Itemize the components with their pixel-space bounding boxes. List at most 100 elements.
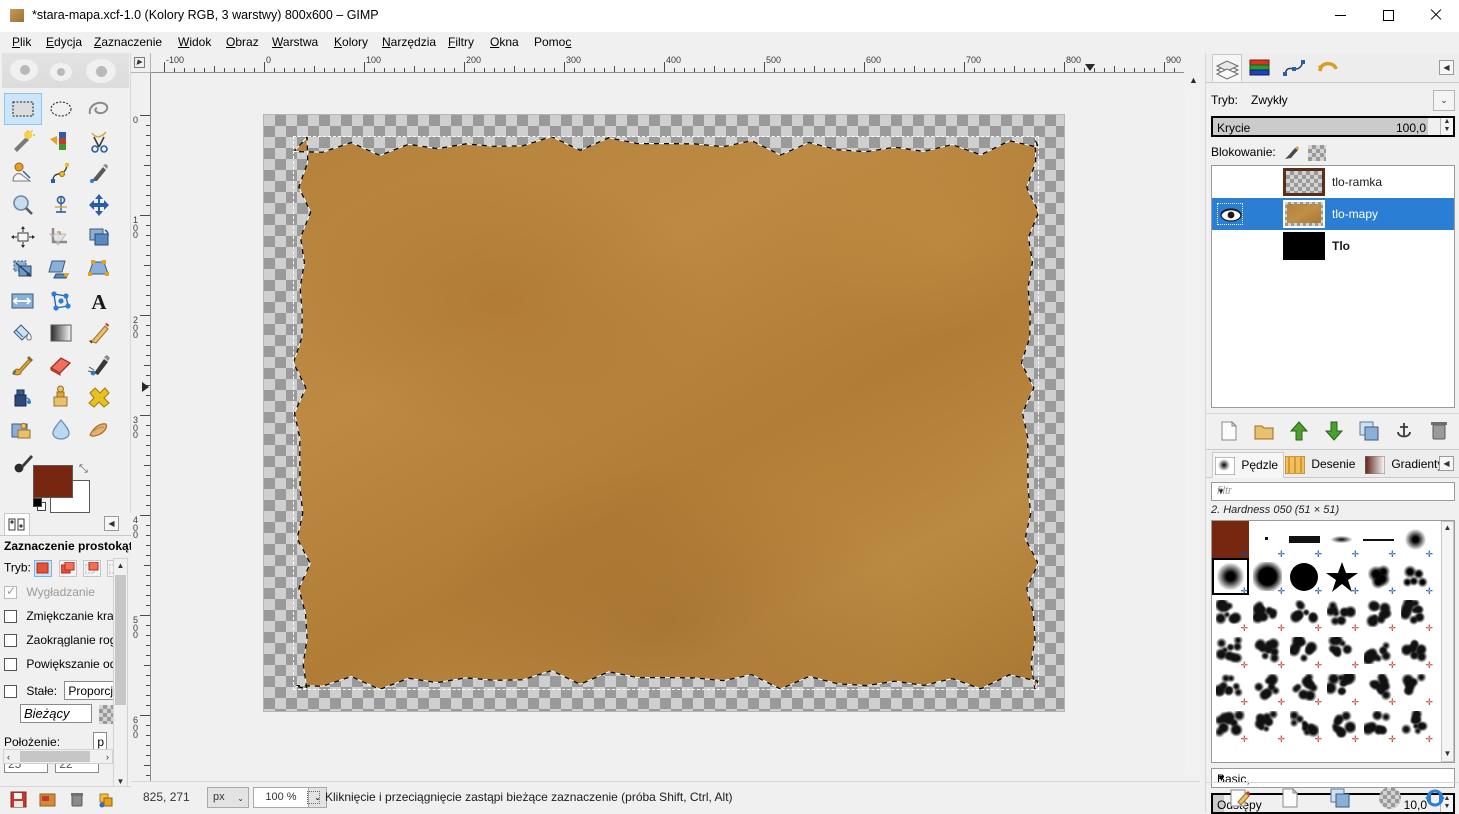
raise-layer-button[interactable] [1288, 420, 1310, 442]
duplicate-layer-button[interactable] [1358, 420, 1380, 442]
chevron-down-icon[interactable]: ▼ [1442, 748, 1453, 761]
brush-swatch[interactable]: ✛ [1249, 706, 1286, 744]
rotate-tool[interactable] [80, 221, 118, 253]
brush-swatch[interactable]: ✛ [1360, 669, 1397, 707]
ruler-corner-button[interactable]: ▶ [131, 53, 151, 73]
zoom-tool[interactable] [4, 189, 42, 221]
mode-add-button[interactable] [58, 560, 77, 577]
vscroll-thumb[interactable] [115, 575, 126, 705]
menu-edycja[interactable]: Edycja [40, 34, 88, 51]
brushes-dock-collapse-button[interactable]: ◀ [1439, 456, 1454, 471]
menu-pomoc[interactable]: Pomoc [528, 34, 577, 51]
menu-narzdzia[interactable]: Narzędzia [376, 34, 442, 51]
zoom-entry[interactable]: 100 % [253, 787, 309, 808]
cancel-progress-button[interactable] [307, 791, 320, 804]
reset-tool-options-button[interactable] [97, 791, 115, 809]
menu-zaznaczenie[interactable]: Zaznaczenie [88, 34, 168, 51]
ellipse-select-tool[interactable] [42, 93, 80, 125]
menu-widok[interactable]: Widok [172, 34, 217, 51]
opacity-spinner[interactable]: ▲ ▼ [1440, 118, 1453, 135]
channels-tab[interactable] [1246, 54, 1276, 82]
menu-kolory[interactable]: Kolory [328, 34, 374, 51]
layer-visibility-toggle[interactable] [1217, 171, 1243, 193]
paintbrush-tool[interactable] [4, 349, 42, 381]
airbrush-tool[interactable] [80, 349, 118, 381]
brush-swatch[interactable]: ✛ [1286, 632, 1323, 670]
chevron-up-icon[interactable]: ▲ [1442, 522, 1453, 535]
opacity-slider[interactable]: Krycie 100,0 ▲ ▼ [1211, 116, 1455, 137]
shear-tool[interactable] [42, 253, 80, 285]
select-by-color-tool[interactable] [42, 125, 80, 157]
fixed-row[interactable]: Stałe: Proporcje [4, 681, 120, 700]
gradients-tab[interactable]: Gradienty [1363, 452, 1448, 478]
brush-swatch[interactable]: ✛ [1397, 669, 1434, 707]
horizontal-ruler[interactable]: -100 0 100 200 300 400 500 600 700 800 900 [151, 53, 1184, 73]
heal-tool[interactable] [80, 381, 118, 413]
brush-swatch[interactable]: ✛ [1249, 521, 1286, 559]
brush-swatch[interactable]: ✛ [1397, 632, 1434, 670]
feather-checkbox[interactable] [4, 610, 17, 624]
scroll-right-icon[interactable]: › [106, 752, 109, 762]
smudge-tool[interactable] [80, 413, 118, 445]
layers-tab[interactable] [1212, 54, 1242, 82]
tool-options-collapse-button[interactable]: ◀ [104, 516, 119, 531]
rectangle-select-tool[interactable] [4, 93, 42, 125]
edit-brush-button[interactable] [1229, 787, 1251, 809]
menu-filtry[interactable]: Filtry [442, 34, 480, 51]
brush-swatch[interactable]: ✛ [1212, 521, 1249, 559]
text-tool[interactable]: A [80, 285, 118, 317]
brush-swatch[interactable]: ✛ [1360, 632, 1397, 670]
brush-swatch[interactable]: ✛ [1360, 558, 1397, 596]
brush-swatch[interactable]: ✛ [1286, 595, 1323, 633]
brush-swatch[interactable]: ✛ [1286, 706, 1323, 744]
lock-alpha-icon[interactable] [1308, 145, 1327, 161]
layer-row[interactable]: tlo-mapy [1212, 198, 1454, 230]
close-button[interactable] [1413, 0, 1459, 31]
unit-selector[interactable]: px ⌄ [207, 787, 249, 808]
unit-menu-icon[interactable]: ▶ [134, 57, 145, 68]
mode-subtract-button[interactable] [82, 560, 101, 577]
flip-tool[interactable] [4, 285, 42, 317]
free-select-tool[interactable] [80, 93, 118, 125]
canvas-viewport[interactable] [151, 73, 1184, 791]
brush-swatch[interactable]: ✛ [1323, 706, 1360, 744]
bucket-fill-tool[interactable] [4, 317, 42, 349]
layer-row[interactable]: Tlo [1212, 230, 1454, 262]
brush-grid[interactable]: ✛ ✛ ✛ ✛ ✛ ✛ ✛ ✛ ✛ ✛ ✛ ✛ ✛ ✛ ✛ ✛ ✛ ✛ ✛ ✛ ✛ ✛ ✛ ✛ ✛ ✛ ✛ ✛ ✛ ✛ ✛ ✛ ✛ ✛ ✛ ✛ [1211, 520, 1455, 763]
delete-tool-preset-button[interactable] [68, 791, 86, 809]
move-tool[interactable] [80, 189, 118, 221]
rounded-corners-checkbox[interactable] [4, 634, 17, 648]
delete-layer-button[interactable] [1428, 420, 1450, 442]
feather-row[interactable]: Zmiękczanie kraw [4, 609, 122, 624]
gradient-tool[interactable] [42, 317, 80, 349]
save-tool-preset-button[interactable] [10, 791, 28, 809]
antialiasing-checkbox[interactable] [4, 584, 17, 600]
crop-tool[interactable] [42, 221, 80, 253]
menu-obraz[interactable]: Obraz [220, 34, 265, 51]
layer-visibility-toggle[interactable] [1217, 203, 1243, 225]
brush-swatch[interactable]: ✛ [1249, 669, 1286, 707]
vertical-ruler[interactable]: 0 100 200 300 400 500 600 [131, 73, 151, 791]
new-brush-button[interactable] [1279, 787, 1301, 809]
menu-okna[interactable]: Okna [484, 34, 525, 51]
dock-divider[interactable] [1200, 53, 1204, 812]
brush-swatch[interactable]: ✛ [1323, 669, 1360, 707]
brush-swatch[interactable]: ✛ [1360, 595, 1397, 633]
layer-row[interactable]: tlo-ramka [1212, 166, 1454, 198]
brushes-tab[interactable]: Pędzle [1212, 452, 1285, 478]
brush-swatch[interactable]: ✛ [1323, 595, 1360, 633]
brush-swatch[interactable]: ✛ [1212, 595, 1249, 633]
color-swatch-area[interactable]: ⤡ [33, 463, 93, 513]
brush-swatch[interactable]: ✛ [1397, 558, 1434, 596]
brush-swatch[interactable]: ✛ [1323, 632, 1360, 670]
undo-history-tab[interactable] [1314, 54, 1344, 82]
tool-options-hscrollbar[interactable]: ‹ › [3, 749, 113, 764]
fixed-aspect-select[interactable]: Proporcje [64, 681, 120, 700]
new-layer-button[interactable] [1218, 420, 1240, 442]
expand-from-center-checkbox[interactable] [4, 658, 17, 672]
brush-swatch[interactable]: ✛ [1286, 669, 1323, 707]
brush-grid-scrollbar[interactable]: ▲ ▼ [1441, 521, 1454, 762]
delete-brush-button[interactable] [1379, 787, 1401, 809]
brush-swatch[interactable]: ✛ [1360, 706, 1397, 744]
hscroll-thumb[interactable] [20, 751, 90, 762]
